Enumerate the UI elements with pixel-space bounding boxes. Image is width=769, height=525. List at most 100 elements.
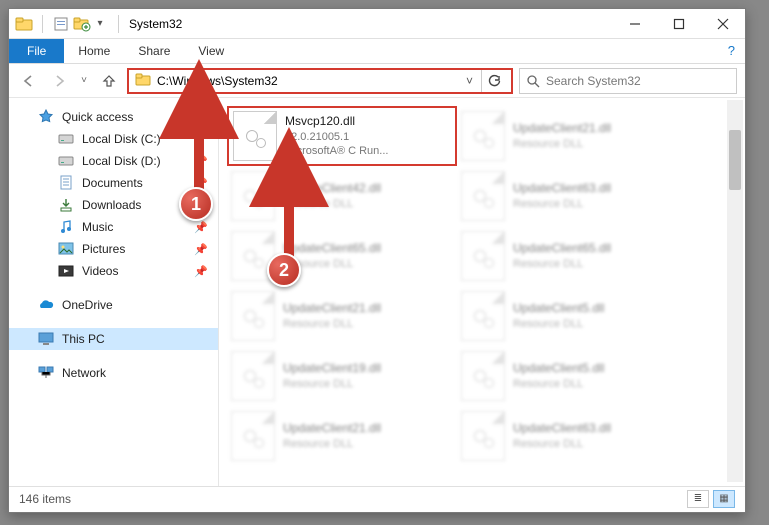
file-item[interactable]: UpdateClient19.dllResource DLL <box>227 346 457 406</box>
file-list[interactable]: Msvcp120.dll12.0.21005.1MicrosoftA® C Ru… <box>219 98 745 486</box>
sidebar-item-label: Pictures <box>82 242 125 256</box>
maximize-button[interactable] <box>657 9 701 39</box>
sidebar-item-music[interactable]: Music 📌 <box>9 216 218 238</box>
back-button[interactable] <box>17 69 41 93</box>
dll-file-icon <box>233 111 277 161</box>
tab-view[interactable]: View <box>184 39 238 63</box>
address-dropdown-icon[interactable]: ˅ <box>462 74 477 88</box>
sidebar-item-pictures[interactable]: Pictures 📌 <box>9 238 218 260</box>
refresh-button[interactable] <box>481 70 505 92</box>
sidebar-item-label: OneDrive <box>62 298 113 312</box>
documents-icon <box>57 175 75 191</box>
address-bar: ˅ C:\Windows\System32 ˅ Search System32 <box>9 64 745 98</box>
drive-icon <box>57 131 75 147</box>
dll-file-icon <box>461 351 505 401</box>
file-desc: Resource DLL <box>513 317 604 331</box>
address-path: C:\Windows\System32 <box>157 74 462 88</box>
details-view-button[interactable]: ≣ <box>687 490 709 508</box>
file-item[interactable]: UpdateClient21.dllResource DLL <box>227 406 457 466</box>
sidebar-item-videos[interactable]: Videos 📌 <box>9 260 218 282</box>
sidebar-this-pc[interactable]: This PC <box>9 328 218 350</box>
file-item[interactable]: UpdateClient42.dllResource DLL <box>227 166 457 226</box>
file-item-highlighted[interactable]: Msvcp120.dll12.0.21005.1MicrosoftA® C Ru… <box>227 106 457 166</box>
ribbon-tabs: File Home Share View ? <box>9 39 745 64</box>
search-field[interactable]: Search System32 <box>519 68 737 94</box>
videos-icon <box>57 263 75 279</box>
file-item[interactable]: UpdateClient65.dllResource DLL <box>227 226 457 286</box>
file-item[interactable]: UpdateClient21.dllResource DLL <box>457 106 687 166</box>
close-button[interactable] <box>701 9 745 39</box>
explorer-window: ▾ System32 File Home Share View ? <box>8 8 746 513</box>
file-desc: Resource DLL <box>513 137 611 151</box>
file-name: Msvcp120.dll <box>285 114 388 130</box>
file-desc: Resource DLL <box>513 377 604 391</box>
dll-file-icon <box>231 411 275 461</box>
icons-view-button[interactable]: ▦ <box>713 490 735 508</box>
annotation-arrow-2 <box>269 159 309 269</box>
file-name: UpdateClient21.dll <box>513 121 611 137</box>
annotation-badge-1: 1 <box>179 187 213 221</box>
dll-file-icon <box>461 411 505 461</box>
file-item[interactable]: UpdateClient65.dllResource DLL <box>457 226 687 286</box>
file-item[interactable]: UpdateClient21.dllResource DLL <box>227 286 457 346</box>
recent-dropdown-icon[interactable]: ˅ <box>77 69 91 93</box>
file-desc: Resource DLL <box>283 377 381 391</box>
file-name: UpdateClient19.dll <box>283 361 381 377</box>
body-area: Quick access Local Disk (C:) 📌 Local Dis… <box>9 98 745 486</box>
file-desc: Resource DLL <box>513 437 611 451</box>
file-name: UpdateClient65.dll <box>513 241 611 257</box>
tab-home[interactable]: Home <box>64 39 124 63</box>
dll-file-icon <box>461 171 505 221</box>
file-desc: MicrosoftA® C Run... <box>285 144 388 158</box>
file-name: UpdateClient5.dll <box>513 361 604 377</box>
sidebar-item-label: Quick access <box>62 110 133 124</box>
file-item[interactable]: UpdateClient5.dllResource DLL <box>457 346 687 406</box>
help-button[interactable]: ? <box>718 39 745 63</box>
status-bar: 146 items ≣ ▦ <box>9 486 745 510</box>
this-pc-icon <box>37 331 55 347</box>
new-folder-icon[interactable] <box>73 15 91 33</box>
pin-icon: 📌 <box>194 265 208 278</box>
minimize-button[interactable] <box>613 9 657 39</box>
annotation-arrow-1 <box>179 91 219 201</box>
file-item[interactable]: UpdateClient63.dllResource DLL <box>457 406 687 466</box>
file-desc: Resource DLL <box>513 257 611 271</box>
folder-icon <box>15 15 33 33</box>
titlebar: ▾ System32 <box>9 9 745 39</box>
file-name: UpdateClient5.dll <box>513 301 604 317</box>
dll-file-icon <box>461 111 505 161</box>
sidebar-network[interactable]: Network <box>9 362 218 384</box>
file-name: UpdateClient21.dll <box>283 421 381 437</box>
dll-file-icon <box>231 291 275 341</box>
file-name: UpdateClient63.dll <box>513 181 611 197</box>
vertical-scrollbar[interactable] <box>727 100 743 482</box>
pin-icon: 📌 <box>194 221 208 234</box>
file-name: UpdateClient21.dll <box>283 301 381 317</box>
scrollbar-thumb[interactable] <box>729 130 741 190</box>
downloads-icon <box>57 197 75 213</box>
tab-share[interactable]: Share <box>124 39 184 63</box>
search-icon <box>526 74 540 88</box>
quick-access-toolbar: ▾ <box>9 12 112 36</box>
up-button[interactable] <box>97 69 121 93</box>
address-field[interactable]: C:\Windows\System32 ˅ <box>127 68 513 94</box>
sidebar-item-label: Documents <box>82 176 143 190</box>
qat-dropdown-icon[interactable]: ▾ <box>94 15 106 33</box>
pictures-icon <box>57 241 75 257</box>
network-icon <box>37 365 55 381</box>
file-name: UpdateClient63.dll <box>513 421 611 437</box>
dll-file-icon <box>461 291 505 341</box>
search-placeholder: Search System32 <box>546 74 641 88</box>
sidebar-item-label: Music <box>82 220 113 234</box>
onedrive-icon <box>37 297 55 313</box>
file-item[interactable]: UpdateClient5.dllResource DLL <box>457 286 687 346</box>
sidebar-onedrive[interactable]: OneDrive <box>9 294 218 316</box>
drive-icon <box>57 153 75 169</box>
forward-button[interactable] <box>47 69 71 93</box>
pin-icon: 📌 <box>194 243 208 256</box>
tab-file[interactable]: File <box>9 39 64 63</box>
file-desc: Resource DLL <box>283 317 381 331</box>
file-item[interactable]: UpdateClient63.dllResource DLL <box>457 166 687 226</box>
properties-icon[interactable] <box>52 15 70 33</box>
dll-file-icon <box>231 351 275 401</box>
